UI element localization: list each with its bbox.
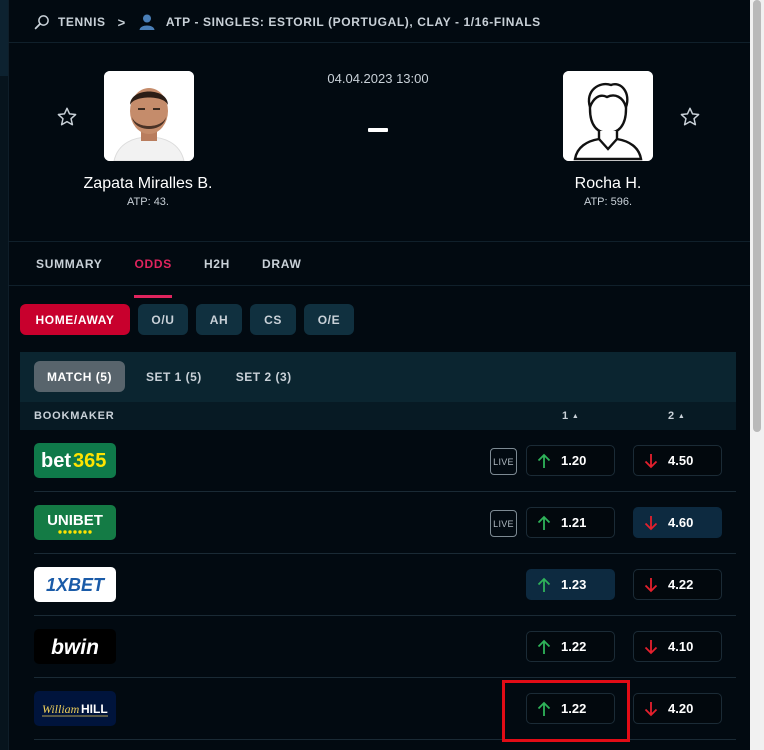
column-1-sort[interactable]: 1 ▲ xyxy=(562,410,580,422)
arrow-down-icon xyxy=(634,639,668,655)
chevron-right-icon: > xyxy=(117,14,126,30)
live-badge: LIVE xyxy=(490,448,517,475)
market-pills: HOME/AWAY O/U AH CS O/E xyxy=(20,304,354,335)
breadcrumb-tournament-link[interactable]: ATP - SINGLES: ESTORIL (PORTUGAL), CLAY … xyxy=(166,15,541,29)
arrow-down-icon xyxy=(634,701,668,717)
away-player-name[interactable]: Rocha H. xyxy=(508,175,708,193)
odds-away-button[interactable]: 4.60 xyxy=(633,507,722,538)
away-player-rank: ATP: 596. xyxy=(583,196,633,208)
arrow-up-icon xyxy=(527,639,561,655)
sort-up-icon: ▲ xyxy=(677,413,686,420)
column-1-label: 1 xyxy=(562,410,569,422)
divider xyxy=(8,241,750,242)
tennis-racket-icon xyxy=(34,14,50,30)
odds-value: 1.22 xyxy=(561,639,587,654)
favorite-star-icon-home[interactable] xyxy=(56,106,78,128)
odds-home-button[interactable]: 1.23 xyxy=(526,569,615,600)
bet365-logo[interactable]: bet 365 xyxy=(34,443,116,478)
away-player-photo[interactable] xyxy=(563,71,653,161)
breadcrumb: TENNIS > ATP - SINGLES: ESTORIL (PORTUGA… xyxy=(34,12,541,32)
scrollbar-thumb[interactable] xyxy=(753,0,761,432)
pill-asian-handicap[interactable]: AH xyxy=(196,304,242,335)
odds-value: 1.20 xyxy=(561,453,587,468)
match-tabs: SUMMARY ODDS H2H DRAW xyxy=(36,257,302,298)
odds-away-button[interactable]: 4.20 xyxy=(633,693,722,724)
tab-summary[interactable]: SUMMARY xyxy=(36,257,102,277)
arrow-up-icon xyxy=(527,515,561,531)
svg-text:365: 365 xyxy=(73,450,106,472)
home-player-rank: ATP: 43. xyxy=(127,196,169,208)
left-edge-marker xyxy=(0,0,8,76)
svg-text:HILL: HILL xyxy=(81,702,108,716)
table-row: bwin 1.22 4.10 xyxy=(20,616,736,678)
subtab-set-1[interactable]: SET 1 (5) xyxy=(133,361,215,392)
arrow-down-icon xyxy=(634,577,668,593)
divider xyxy=(8,285,750,286)
subtab-set-2[interactable]: SET 2 (3) xyxy=(223,361,305,392)
table-row: 1XBET 1.23 4.22 xyxy=(20,554,736,616)
table-row: bet 365 LIVE 1.20 4.50 xyxy=(20,430,736,492)
arrow-down-icon xyxy=(634,453,668,469)
tab-h2h[interactable]: H2H xyxy=(204,257,230,277)
odds-away-button[interactable]: 4.10 xyxy=(633,631,722,662)
period-subtabs: MATCH (5) SET 1 (5) SET 2 (3) xyxy=(34,361,305,392)
highlight-annotation-box xyxy=(502,680,630,742)
odds-value: 1.21 xyxy=(561,515,587,530)
svg-text:William: William xyxy=(42,702,80,716)
breadcrumb-sport-link[interactable]: TENNIS xyxy=(58,15,106,29)
pill-odd-even[interactable]: O/E xyxy=(304,304,354,335)
william-hill-logo[interactable]: William HILL xyxy=(34,691,116,726)
pill-home-away[interactable]: HOME/AWAY xyxy=(20,304,130,335)
odds-home-button[interactable]: 1.20 xyxy=(526,445,615,476)
1xbet-logo[interactable]: 1XBET xyxy=(34,567,116,602)
odds-value: 4.60 xyxy=(668,515,694,530)
arrow-down-icon xyxy=(634,515,668,531)
column-2-label: 2 xyxy=(668,410,675,422)
table-row: UNIBET LIVE 1.21 4.60 xyxy=(20,492,736,554)
svg-text:bwin: bwin xyxy=(51,636,99,659)
sort-up-icon: ▲ xyxy=(571,413,580,420)
arrow-up-icon xyxy=(527,577,561,593)
odds-value: 1.23 xyxy=(561,577,587,592)
home-player-photo[interactable] xyxy=(104,71,194,161)
home-player-name[interactable]: Zapata Miralles B. xyxy=(48,175,248,193)
live-badge: LIVE xyxy=(490,510,517,537)
odds-home-button[interactable]: 1.21 xyxy=(526,507,615,538)
subtab-match[interactable]: MATCH (5) xyxy=(34,361,125,392)
unibet-logo[interactable]: UNIBET xyxy=(34,505,116,540)
svg-text:UNIBET: UNIBET xyxy=(47,512,103,529)
column-bookmaker: BOOKMAKER xyxy=(34,410,115,422)
score-dash xyxy=(368,128,388,132)
odds-table-header: BOOKMAKER 1 ▲ 2 ▲ xyxy=(20,402,736,430)
svg-text:1XBET: 1XBET xyxy=(46,575,106,595)
arrow-up-icon xyxy=(527,453,561,469)
match-datetime: 04.04.2023 13:00 xyxy=(327,71,429,86)
column-2-sort[interactable]: 2 ▲ xyxy=(668,410,686,422)
person-icon xyxy=(138,13,156,31)
tab-draw[interactable]: DRAW xyxy=(262,257,301,277)
pill-correct-score[interactable]: CS xyxy=(250,304,296,335)
odds-value: 4.10 xyxy=(668,639,694,654)
bwin-logo[interactable]: bwin xyxy=(34,629,116,664)
scrollbar[interactable] xyxy=(750,0,764,750)
left-edge-strip xyxy=(0,0,8,750)
odds-value: 4.22 xyxy=(668,577,694,592)
odds-away-button[interactable]: 4.50 xyxy=(633,445,722,476)
row-divider xyxy=(34,739,736,740)
odds-away-button[interactable]: 4.22 xyxy=(633,569,722,600)
odds-value: 4.50 xyxy=(668,453,694,468)
tab-odds[interactable]: ODDS xyxy=(134,257,173,298)
odds-home-button[interactable]: 1.22 xyxy=(526,631,615,662)
svg-text:bet: bet xyxy=(41,450,71,472)
divider xyxy=(8,42,750,43)
favorite-star-icon-away[interactable] xyxy=(679,106,701,128)
odds-value: 4.20 xyxy=(668,701,694,716)
pill-over-under[interactable]: O/U xyxy=(138,304,188,335)
